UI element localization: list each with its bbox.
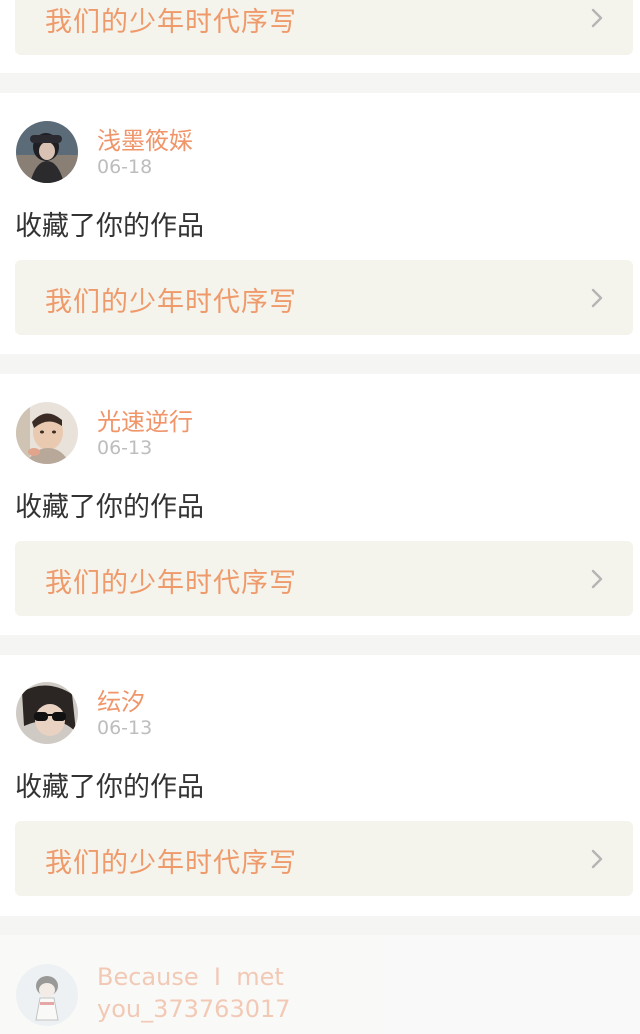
feed-item: 我们的少年时代序写 <box>0 0 640 73</box>
username-line-2[interactable]: you_373763017 <box>97 995 291 1023</box>
username[interactable]: 浅墨筱婇 <box>97 121 193 156</box>
feed-item: 浅墨筱婇 06-18 收藏了你的作品 我们的少年时代序写 <box>0 93 640 354</box>
chevron-right-icon <box>591 569 603 589</box>
avatar-image <box>16 402 78 464</box>
username-line-1[interactable]: Because I met <box>97 963 284 991</box>
chevron-right-icon <box>591 8 603 28</box>
avatar-image <box>16 682 78 744</box>
feed-item: 光速逆行 06-13 收藏了你的作品 我们的少年时代序写 <box>0 374 640 635</box>
chevron-right-icon <box>591 288 603 308</box>
work-title: 我们的少年时代序写 <box>45 848 297 879</box>
work-title: 我们的少年时代序写 <box>45 7 297 38</box>
action-text: 收藏了你的作品 <box>15 492 204 523</box>
username[interactable]: 纭汐 <box>97 682 145 717</box>
avatar[interactable] <box>16 121 78 183</box>
feed-item: 纭汐 06-13 收藏了你的作品 我们的少年时代序写 <box>0 655 640 916</box>
avatar[interactable] <box>16 682 78 744</box>
work-link[interactable]: 我们的少年时代序写 <box>15 0 633 55</box>
avatar-image <box>16 121 78 183</box>
avatar-image <box>16 964 78 1026</box>
username[interactable]: 光速逆行 <box>97 402 193 437</box>
timestamp: 06-13 <box>97 437 153 459</box>
avatar[interactable] <box>16 402 78 464</box>
work-title: 我们的少年时代序写 <box>45 568 297 599</box>
activity-feed: 我们的少年时代序写 浅墨筱婇 06-18 收藏了你的作品 我们的少年时代序写 光… <box>0 0 640 1034</box>
timestamp: 06-18 <box>97 156 153 178</box>
work-title: 我们的少年时代序写 <box>45 287 297 318</box>
work-link[interactable]: 我们的少年时代序写 <box>15 260 633 335</box>
feed-item: Because I met you_373763017 <box>0 935 640 1034</box>
chevron-right-icon <box>591 849 603 869</box>
action-text: 收藏了你的作品 <box>15 211 204 242</box>
work-link[interactable]: 我们的少年时代序写 <box>15 821 633 896</box>
action-text: 收藏了你的作品 <box>15 772 204 803</box>
avatar[interactable] <box>16 964 78 1026</box>
timestamp: 06-13 <box>97 717 153 739</box>
work-link[interactable]: 我们的少年时代序写 <box>15 541 633 616</box>
